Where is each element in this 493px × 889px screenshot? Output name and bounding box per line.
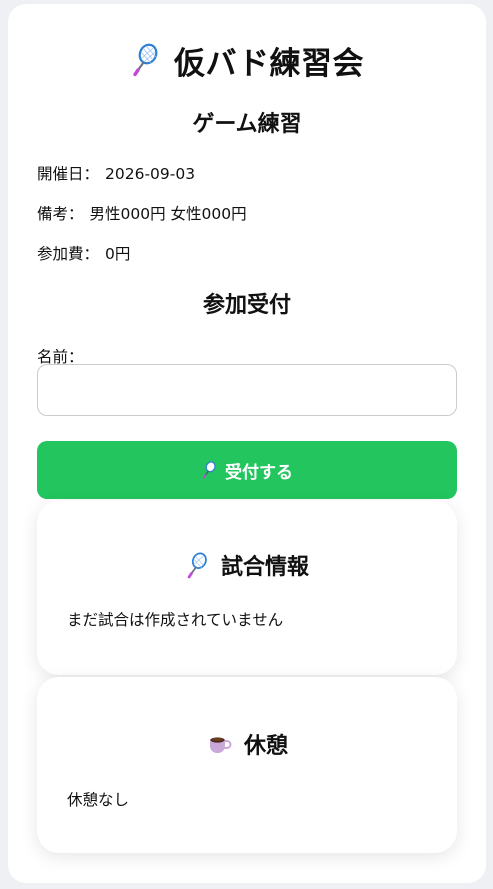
badminton-racket-icon bbox=[133, 43, 158, 77]
badminton-racket-icon bbox=[202, 461, 216, 479]
event-note-row: 備考： 男性000円 女性000円 bbox=[37, 202, 247, 224]
badminton-racket-icon bbox=[187, 552, 207, 578]
app-header: 仮バド練習会 bbox=[8, 38, 486, 82]
break-info-header: 休憩 bbox=[37, 728, 457, 760]
event-note-label: 備考： bbox=[37, 205, 84, 223]
event-fee-label: 参加費： bbox=[37, 245, 100, 263]
match-info-header: 試合情報 bbox=[37, 549, 457, 581]
match-info-message: まだ試合は作成されていません bbox=[67, 611, 284, 629]
main-card: 仮バド練習会 ゲーム練習 開催日： 2026-09-03 備考： 男性000円 女性… bbox=[8, 4, 486, 883]
break-info-message: 休憩なし bbox=[67, 791, 130, 809]
break-info-heading: 休憩 bbox=[243, 734, 288, 759]
match-info-heading: 試合情報 bbox=[220, 555, 309, 580]
event-note-value: 男性000円 女性000円 bbox=[89, 205, 247, 223]
event-title: ゲーム練習 bbox=[192, 112, 302, 137]
event-date-value: 2026-09-03 bbox=[105, 165, 196, 183]
event-fee-value: 0円 bbox=[105, 245, 131, 263]
match-info-card: 試合情報 まだ試合は作成されていません bbox=[37, 501, 457, 675]
coffee-icon bbox=[209, 737, 232, 753]
registration-heading: 参加受付 bbox=[202, 293, 291, 318]
submit-button-label: 受付する bbox=[225, 462, 293, 483]
app-title: 仮バド練習会 bbox=[174, 45, 364, 82]
event-fee-row: 参加費： 0円 bbox=[37, 242, 130, 264]
submit-button[interactable]: 受付する bbox=[37, 441, 457, 499]
event-date-label: 開催日： bbox=[37, 165, 100, 183]
break-info-card: 休憩 休憩なし bbox=[37, 677, 457, 853]
name-input[interactable] bbox=[37, 364, 457, 416]
event-date-row: 開催日： 2026-09-03 bbox=[37, 162, 195, 184]
